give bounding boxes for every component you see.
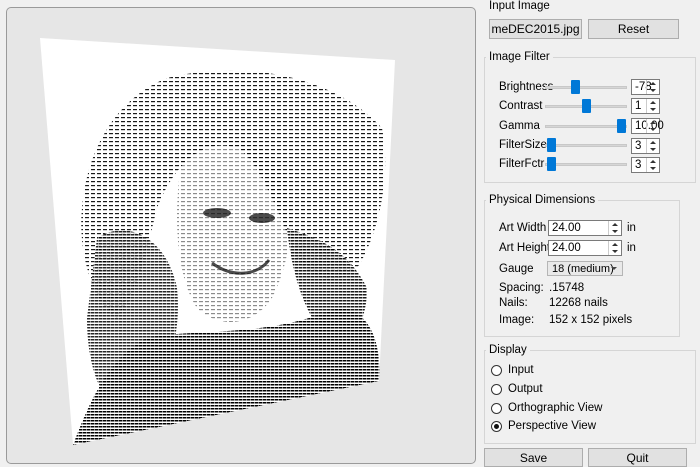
contrast-spinbox[interactable]: 1 bbox=[631, 98, 660, 114]
spin-arrows-icon[interactable] bbox=[646, 80, 659, 94]
filtersize-slider-thumb[interactable] bbox=[547, 138, 556, 152]
contrast-slider-thumb[interactable] bbox=[582, 99, 591, 113]
image-size-value: 152 x 152 pixels bbox=[549, 314, 633, 326]
gauge-label: Gauge bbox=[499, 263, 534, 275]
spacing-label: Spacing: bbox=[499, 282, 544, 294]
radio-orthographic[interactable] bbox=[491, 403, 502, 414]
brightness-slider-thumb[interactable] bbox=[571, 80, 580, 94]
spin-arrows-icon[interactable] bbox=[646, 158, 659, 172]
nails-label: Nails: bbox=[499, 297, 528, 309]
radio-orthographic-label[interactable]: Orthographic View bbox=[508, 402, 602, 414]
filtersize-value: 3 bbox=[635, 140, 642, 152]
radio-input-label[interactable]: Input bbox=[508, 364, 534, 376]
input-image-title: Input Image bbox=[486, 0, 553, 12]
art-width-value: 24.00 bbox=[552, 222, 581, 234]
brightness-slider[interactable] bbox=[545, 86, 627, 89]
reset-button[interactable]: Reset bbox=[588, 19, 679, 39]
spin-arrows-icon[interactable] bbox=[646, 99, 659, 113]
radio-perspective-label[interactable]: Perspective View bbox=[508, 420, 596, 432]
quit-button[interactable]: Quit bbox=[588, 448, 687, 467]
spacing-value: .15748 bbox=[549, 282, 585, 294]
contrast-value: 1 bbox=[635, 100, 642, 112]
filtersize-slider[interactable] bbox=[545, 144, 627, 147]
art-width-label: Art Width bbox=[499, 222, 547, 234]
choose-image-button[interactable]: meDEC2015.jpg bbox=[489, 19, 582, 39]
art-width-spinbox[interactable]: 24.00 bbox=[548, 220, 622, 236]
spin-arrows-icon[interactable] bbox=[608, 221, 621, 235]
radio-perspective[interactable] bbox=[491, 421, 502, 432]
image-filter-title: Image Filter bbox=[486, 51, 553, 63]
filterfctr-value: 3 bbox=[635, 159, 642, 171]
image-size-label: Image: bbox=[499, 314, 535, 326]
gamma-slider[interactable] bbox=[545, 125, 627, 128]
physical-dimensions-title: Physical Dimensions bbox=[486, 194, 599, 206]
nail-art-render bbox=[40, 38, 395, 445]
art-height-label: Art Height bbox=[499, 242, 551, 254]
art-height-value: 24.00 bbox=[552, 242, 581, 254]
filterfctr-label: FilterFctr bbox=[499, 158, 545, 170]
perspective-preview[interactable] bbox=[6, 7, 476, 464]
gauge-dropdown[interactable]: 18 (medium) bbox=[547, 261, 623, 276]
gamma-label: Gamma bbox=[499, 120, 540, 132]
nails-value: 12268 nails bbox=[549, 297, 608, 309]
display-title: Display bbox=[486, 344, 530, 356]
art-height-spinbox[interactable]: 24.00 bbox=[548, 240, 622, 256]
radio-output-label[interactable]: Output bbox=[508, 383, 543, 395]
brightness-spinbox[interactable]: -78 bbox=[631, 79, 660, 95]
filtersize-label: FilterSize bbox=[499, 139, 547, 151]
gamma-spinbox[interactable]: 10.00 bbox=[631, 118, 664, 134]
filtersize-spinbox[interactable]: 3 bbox=[631, 138, 660, 154]
spin-arrows-icon[interactable] bbox=[646, 139, 659, 153]
spin-arrows-icon[interactable] bbox=[608, 241, 621, 255]
gamma-slider-thumb[interactable] bbox=[617, 119, 626, 133]
filterfctr-spinbox[interactable]: 3 bbox=[631, 157, 660, 173]
art-height-unit: in bbox=[627, 242, 636, 254]
filterfctr-slider-thumb[interactable] bbox=[547, 157, 556, 171]
gauge-value: 18 (medium) bbox=[552, 263, 614, 275]
art-width-unit: in bbox=[627, 222, 636, 234]
contrast-label: Contrast bbox=[499, 100, 543, 112]
save-button[interactable]: Save bbox=[484, 448, 583, 467]
radio-input[interactable] bbox=[491, 365, 502, 376]
chevron-down-icon bbox=[611, 267, 617, 270]
spin-arrows-icon[interactable] bbox=[646, 119, 659, 133]
filterfctr-slider[interactable] bbox=[545, 163, 627, 166]
radio-output[interactable] bbox=[491, 384, 502, 395]
